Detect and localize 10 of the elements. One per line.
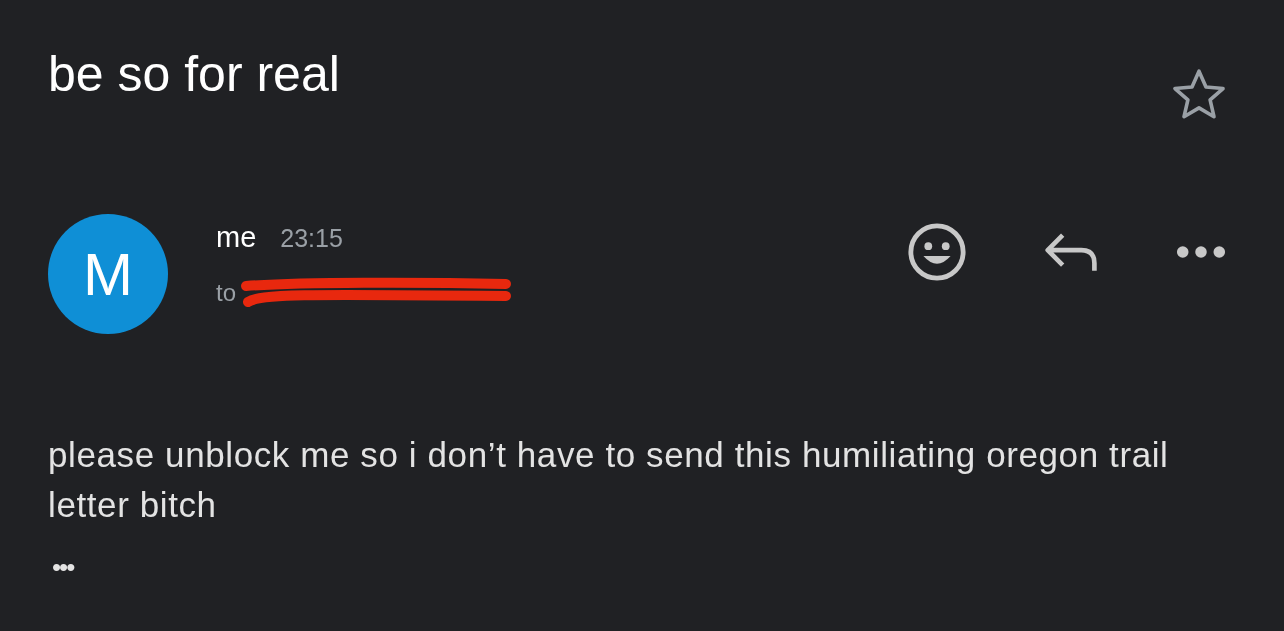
more-icon[interactable]	[1176, 245, 1226, 259]
sender-name: me	[216, 220, 257, 254]
message-body: please unblock me so i don’t have to send this humiliating oregon trail letter bitch	[48, 434, 1170, 526]
reply-icon[interactable]	[1044, 231, 1100, 273]
show-trimmed-button[interactable]: •••	[48, 552, 78, 583]
smiley-icon[interactable]	[906, 221, 968, 283]
sent-time: 23:15	[280, 223, 343, 253]
recipient-label[interactable]: to	[216, 278, 236, 307]
avatar[interactable]: M	[48, 214, 168, 334]
email-subject: be so for real	[48, 45, 340, 104]
